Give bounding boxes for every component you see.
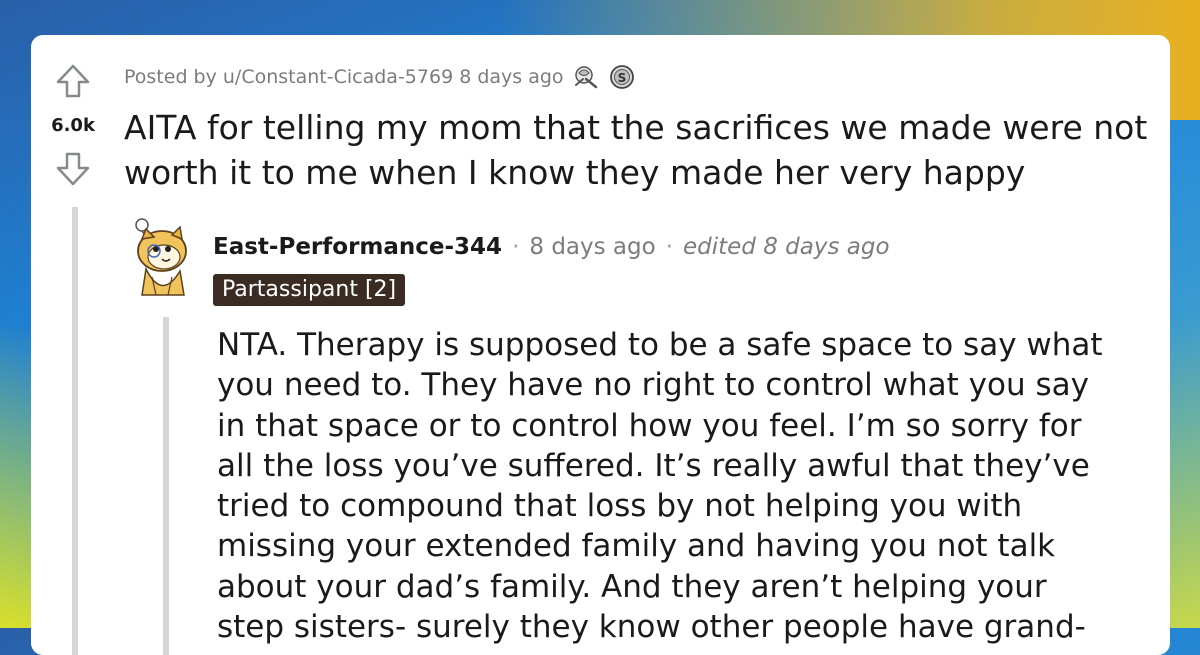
meta-separator: · (665, 234, 673, 260)
post-meta: Posted by u/Constant-Cicada-5769 8 days … (124, 62, 636, 92)
comment-body: NTA. Therapy is supposed to be a safe sp… (217, 327, 1103, 646)
meta-separator: · (512, 234, 520, 260)
comment-author[interactable]: East-Performance-344 (213, 234, 502, 260)
comment-thread-line[interactable] (163, 317, 169, 655)
comment-time[interactable]: 8 days ago (529, 234, 655, 260)
coin-award-icon[interactable]: S (608, 63, 636, 91)
silver-award-icon[interactable] (572, 63, 600, 91)
downvote-icon[interactable] (53, 149, 93, 189)
user-avatar[interactable] (128, 215, 196, 301)
post-score: 6.0k (51, 115, 95, 136)
post-card: 6.0k Posted by u/Constant-Cicada-5769 8 … (31, 35, 1170, 655)
upvote-icon[interactable] (53, 61, 93, 101)
post-meta-text[interactable]: Posted by u/Constant-Cicada-5769 8 days … (124, 66, 564, 88)
comment-meta: East-Performance-344 · 8 days ago · edit… (213, 231, 890, 263)
post-thread-line[interactable] (72, 207, 78, 655)
comment-edited: edited 8 days ago (683, 234, 890, 260)
svg-text:S: S (617, 71, 626, 85)
user-flair: Partassipant [2] (213, 274, 406, 306)
post-title[interactable]: AITA for telling my mom that the sacrifi… (124, 105, 1164, 195)
